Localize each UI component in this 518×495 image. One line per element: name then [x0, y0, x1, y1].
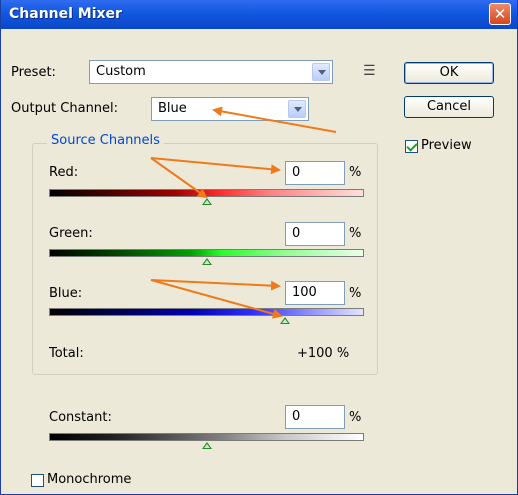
- window-title: Channel Mixer: [9, 6, 122, 22]
- title-bar[interactable]: Channel Mixer ✕: [1, 0, 517, 29]
- preset-select[interactable]: Custom: [89, 60, 333, 84]
- constant-value-input[interactable]: 0: [285, 405, 345, 429]
- total-value: +100 %: [297, 346, 350, 361]
- green-percent-label: %: [349, 226, 362, 241]
- blue-slider-track[interactable]: [49, 308, 364, 316]
- chevron-down-icon[interactable]: [288, 100, 306, 118]
- red-value-input[interactable]: 0: [285, 161, 345, 185]
- close-button[interactable]: ✕: [489, 3, 511, 25]
- preset-value: Custom: [96, 64, 146, 79]
- output-channel-value: Blue: [158, 101, 187, 116]
- checkmark-icon: [406, 140, 418, 152]
- green-slider-thumb[interactable]: [201, 258, 212, 265]
- settings-menu-icon[interactable]: ☰: [363, 63, 376, 79]
- constant-percent-label: %: [349, 410, 362, 425]
- constant-slider-track[interactable]: [49, 433, 364, 441]
- cancel-button[interactable]: Cancel: [404, 96, 494, 118]
- ok-button[interactable]: OK: [404, 62, 494, 84]
- red-percent-label: %: [349, 165, 362, 180]
- red-slider-thumb[interactable]: [201, 198, 212, 205]
- preset-label: Preset:: [11, 65, 56, 80]
- channel-mixer-dialog: Channel Mixer ✕ Preset: Custom ☰ Output …: [0, 0, 518, 495]
- blue-slider-thumb[interactable]: [280, 317, 291, 324]
- blue-label: Blue:: [49, 286, 83, 301]
- preview-checkbox[interactable]: [405, 140, 418, 153]
- constant-slider-thumb[interactable]: [201, 442, 212, 449]
- monochrome-checkbox[interactable]: [31, 474, 44, 487]
- blue-value-input[interactable]: 100: [285, 281, 345, 305]
- output-channel-select[interactable]: Blue: [151, 97, 309, 121]
- output-channel-label: Output Channel:: [11, 101, 119, 116]
- total-label: Total:: [49, 346, 84, 361]
- green-slider-track[interactable]: [49, 249, 364, 257]
- red-label: Red:: [49, 165, 79, 180]
- monochrome-label: Monochrome: [47, 472, 132, 487]
- source-channels-title: Source Channels: [47, 133, 164, 148]
- green-label: Green:: [49, 226, 93, 241]
- close-icon: ✕: [493, 5, 507, 23]
- preview-label: Preview: [421, 138, 472, 153]
- chevron-down-icon[interactable]: [312, 63, 330, 81]
- blue-percent-label: %: [349, 286, 362, 301]
- constant-label: Constant:: [49, 410, 112, 425]
- red-slider-track[interactable]: [49, 189, 364, 197]
- green-value-input[interactable]: 0: [285, 222, 345, 246]
